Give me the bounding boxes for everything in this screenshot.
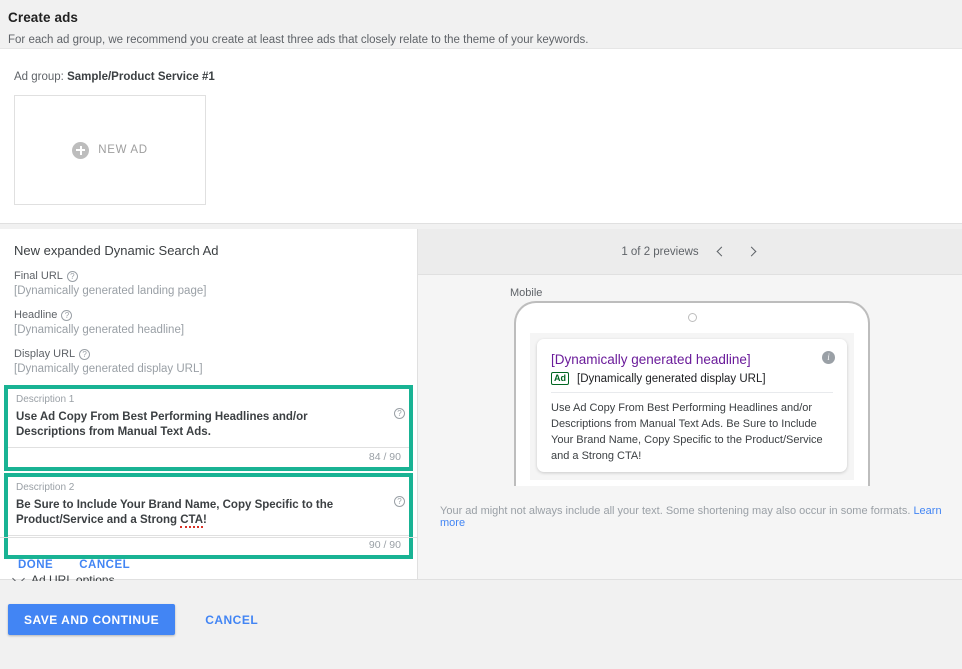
new-ad-button[interactable]: NEW AD	[14, 95, 206, 205]
description-2-input[interactable]: Be Sure to Include Your Brand Name, Copy…	[16, 493, 401, 535]
ad-preview-card: i [Dynamically generated headline] Ad [D…	[537, 339, 847, 472]
ad-group-label: Ad group: Sample/Product Service #1	[0, 49, 962, 83]
ad-group-name: Sample/Product Service #1	[67, 71, 215, 83]
help-icon[interactable]: ?	[394, 496, 405, 507]
page-subtitle: For each ad group, we recommend you crea…	[8, 34, 589, 46]
field-final-url: Final URL ? [Dynamically generated landi…	[0, 258, 417, 297]
help-icon[interactable]: ?	[79, 348, 91, 360]
chevron-right-icon[interactable]	[745, 245, 759, 259]
ad-preview-display-url: [Dynamically generated display URL]	[577, 372, 766, 385]
editor-action-bar: DONE CANCEL	[0, 537, 417, 579]
description-2-text: Be Sure to Include Your Brand Name, Copy…	[16, 499, 334, 526]
description-1-highlight: Description 1 Use Ad Copy From Best Perf…	[4, 385, 413, 471]
page-title: Create ads	[8, 10, 79, 25]
field-headline-label: Headline	[14, 309, 58, 321]
preview-counter: 1 of 2 previews	[621, 245, 699, 258]
description-1-counter: 84 / 90	[368, 451, 401, 463]
field-final-url-label: Final URL	[14, 270, 63, 282]
help-icon[interactable]: ?	[61, 309, 73, 321]
ad-preview-panel: 1 of 2 previews Mobile i [Dynamically ge…	[418, 229, 962, 579]
field-display-url-label: Display URL	[14, 348, 76, 360]
field-headline-value: [Dynamically generated headline]	[14, 324, 185, 336]
help-icon[interactable]: ?	[394, 408, 405, 419]
preview-header: 1 of 2 previews	[418, 229, 962, 275]
preview-note-text: Your ad might not always include all you…	[440, 505, 911, 517]
phone-screen: i [Dynamically generated headline] Ad [D…	[530, 333, 854, 480]
save-and-continue-button[interactable]: SAVE AND CONTINUE	[8, 604, 176, 635]
description-1-input[interactable]: Use Ad Copy From Best Performing Headlin…	[16, 405, 401, 447]
help-icon[interactable]: ?	[66, 270, 78, 282]
preview-note: Your ad might not always include all you…	[440, 505, 952, 529]
camera-icon	[687, 313, 697, 322]
editor-heading: New expanded Dynamic Search Ad	[14, 243, 219, 258]
field-final-url-value: [Dynamically generated landing page]	[14, 285, 207, 297]
ad-badge: Ad	[551, 372, 569, 385]
footer-cancel-button[interactable]: CANCEL	[199, 612, 264, 628]
description-1-label: Description 1	[16, 394, 75, 405]
ad-preview-description: Use Ad Copy From Best Performing Headlin…	[551, 402, 823, 462]
field-display-url-value: [Dynamically generated display URL]	[14, 363, 203, 375]
editor-cancel-button[interactable]: CANCEL	[79, 550, 130, 579]
page-header: Create ads For each ad group, we recomme…	[0, 0, 962, 46]
info-icon[interactable]: i	[822, 351, 835, 364]
chevron-left-icon[interactable]	[715, 245, 729, 259]
done-button[interactable]: DONE	[18, 550, 53, 579]
field-headline: Headline ? [Dynamically generated headli…	[0, 297, 417, 336]
ad-editor-form: New expanded Dynamic Search Ad Final URL…	[0, 229, 418, 587]
field-display-url: Display URL ? [Dynamically generated dis…	[0, 336, 417, 375]
description-2-label: Description 2	[16, 482, 75, 493]
new-ad-label: NEW AD	[98, 144, 148, 156]
description-2-text-tail: !	[203, 514, 207, 526]
device-label: Mobile	[510, 287, 543, 299]
ad-preview-headline[interactable]: [Dynamically generated headline]	[551, 351, 833, 368]
plus-icon	[72, 141, 90, 159]
misspelled-word: CTA	[180, 514, 204, 528]
phone-frame: i [Dynamically generated headline] Ad [D…	[514, 301, 870, 486]
ad-group-prefix: Ad group:	[14, 71, 64, 83]
footer-action-bar: SAVE AND CONTINUE CANCEL	[0, 581, 962, 669]
ad-group-card: Ad group: Sample/Product Service #1 NEW …	[0, 48, 962, 224]
ad-editor-card: New expanded Dynamic Search Ad Final URL…	[0, 229, 962, 587]
